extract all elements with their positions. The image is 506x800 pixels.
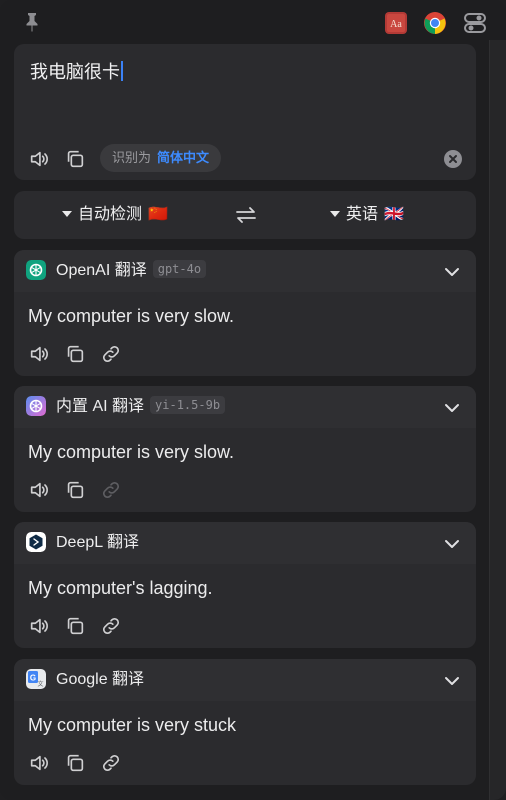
speaker-icon[interactable] [28,479,50,501]
dictionary-app-icon[interactable]: Aa [384,11,408,35]
scrollbar[interactable] [489,40,506,800]
target-language-label: 英语 [346,206,379,223]
source-language-select[interactable]: 自动检测 🇨🇳 [62,191,168,239]
dropdown-triangle-icon [330,211,340,217]
detected-language-pill[interactable]: 识别为 简体中文 [100,144,222,172]
google-translate-logo-icon: G 文 [26,669,46,689]
target-language-select[interactable]: 英语 🇬🇧 [330,191,404,239]
copy-icon[interactable] [64,343,86,365]
link-icon[interactable] [100,615,122,637]
clear-icon[interactable] [444,150,462,168]
source-input-card: 我电脑很卡 识别为 简体中文 [14,44,476,180]
link-icon [102,481,120,499]
copy-icon[interactable] [64,479,86,501]
result-header[interactable]: OpenAI 翻译 gpt-4o [14,250,476,292]
dropdown-triangle-icon [62,211,72,217]
source-language-label: 自动检测 [78,206,143,223]
detected-prefix: 识别为 [112,150,152,165]
translation-text: My computer's lagging. [28,578,213,598]
translator-window: Aa 我电脑很卡 识别为 简体中文 自动检测 🇨🇳 英语 🇬🇧 OpenAI 翻… [0,0,506,800]
service-name: Google 翻译 [56,671,145,688]
language-selector-bar: 自动检测 🇨🇳 英语 🇬🇧 [14,191,476,239]
copy-icon[interactable] [64,752,86,774]
model-tag: yi-1.5-9b [150,396,226,414]
detected-language: 简体中文 [157,150,210,165]
top-toolbar: Aa [0,0,506,44]
service-name: 内置 AI 翻译 yi-1.5-9b [56,386,226,428]
translation-text: My computer is very slow. [28,442,235,462]
result-header[interactable]: G 文 Google 翻译 [14,659,476,701]
svg-text:文: 文 [37,680,43,688]
translation-text: My computer is very stuck [28,715,237,735]
translation-text: My computer is very slow. [28,306,235,326]
link-icon[interactable] [100,343,122,365]
result-header[interactable]: DeepL 翻译 [14,522,476,564]
result-card-builtin-ai: 内置 AI 翻译 yi-1.5-9b My computer is very sl… [14,386,476,512]
result-card-google: G 文 Google 翻译 My computer is very stuck [14,659,476,785]
service-name: DeepL 翻译 [56,534,140,551]
result-card-openai: OpenAI 翻译 gpt-4o My computer is very slow… [14,250,476,376]
china-flag-icon: 🇨🇳 [148,206,168,223]
speaker-icon[interactable] [28,343,50,365]
swap-languages-icon[interactable] [234,203,258,227]
copy-icon[interactable] [64,148,86,170]
source-text-input[interactable]: 我电脑很卡 [30,58,123,84]
chrome-browser-icon[interactable] [423,11,447,35]
speaker-icon[interactable] [28,752,50,774]
toggle-settings-icon[interactable] [463,11,487,35]
model-tag: gpt-4o [152,260,207,278]
deepl-logo-icon [26,532,46,552]
link-icon[interactable] [100,752,122,774]
speaker-icon[interactable] [28,615,50,637]
chevron-down-icon[interactable] [442,534,462,554]
service-name: OpenAI 翻译 gpt-4o [56,250,207,292]
speaker-icon[interactable] [28,148,50,170]
copy-icon[interactable] [64,615,86,637]
builtin-ai-logo-icon [26,396,46,416]
text-caret [121,61,123,81]
chevron-down-icon[interactable] [442,398,462,418]
result-card-deepl: DeepL 翻译 My computer's lagging. [14,522,476,648]
uk-flag-icon: 🇬🇧 [384,206,404,223]
svg-text:G: G [30,674,36,683]
chevron-down-icon[interactable] [442,671,462,691]
chevron-down-icon[interactable] [442,262,462,282]
openai-logo-icon [26,260,46,280]
pin-icon[interactable] [20,10,44,34]
result-header[interactable]: 内置 AI 翻译 yi-1.5-9b [14,386,476,428]
svg-text:Aa: Aa [390,19,402,30]
